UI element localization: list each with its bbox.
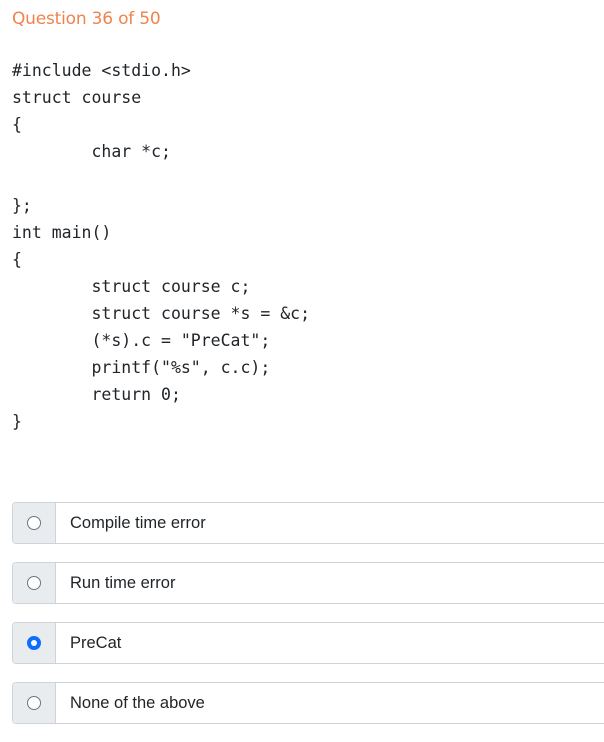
radio-button[interactable] (27, 576, 41, 590)
radio-cell[interactable] (13, 563, 56, 603)
code-line: { (12, 250, 22, 269)
option-label[interactable]: PreCat (56, 623, 604, 663)
code-line: return 0; (12, 385, 181, 404)
code-line: (*s).c = "PreCat"; (12, 331, 271, 350)
option-label[interactable]: Run time error (56, 563, 604, 603)
answer-option-precat[interactable]: PreCat (12, 622, 604, 664)
answer-option-run-time-error[interactable]: Run time error (12, 562, 604, 604)
radio-button[interactable] (27, 696, 41, 710)
code-line: int main() (12, 223, 112, 242)
answer-option-none-of-the-above[interactable]: None of the above (12, 682, 604, 724)
radio-cell[interactable] (13, 623, 56, 663)
radio-button[interactable] (27, 636, 41, 650)
code-block: #include <stdio.h> struct course { char *c… (12, 57, 310, 435)
radio-button[interactable] (27, 516, 41, 530)
question-header: Question 36 of 50 (12, 9, 161, 29)
option-label[interactable]: Compile time error (56, 503, 604, 543)
code-line: struct course *s = &c; (12, 304, 311, 323)
code-line: { (12, 115, 22, 134)
code-line: char *c; (12, 142, 171, 161)
answer-option-compile-time-error[interactable]: Compile time error (12, 502, 604, 544)
code-line: #include <stdio.h> (12, 61, 191, 80)
answer-options: Compile time error Run time error PreCat… (12, 502, 604, 742)
code-line: printf("%s", c.c); (12, 358, 271, 377)
option-label[interactable]: None of the above (56, 683, 604, 723)
radio-cell[interactable] (13, 683, 56, 723)
code-line: struct course (12, 88, 142, 107)
code-line: struct course c; (12, 277, 251, 296)
code-line: } (12, 412, 22, 431)
radio-cell[interactable] (13, 503, 56, 543)
code-line: }; (12, 196, 32, 215)
